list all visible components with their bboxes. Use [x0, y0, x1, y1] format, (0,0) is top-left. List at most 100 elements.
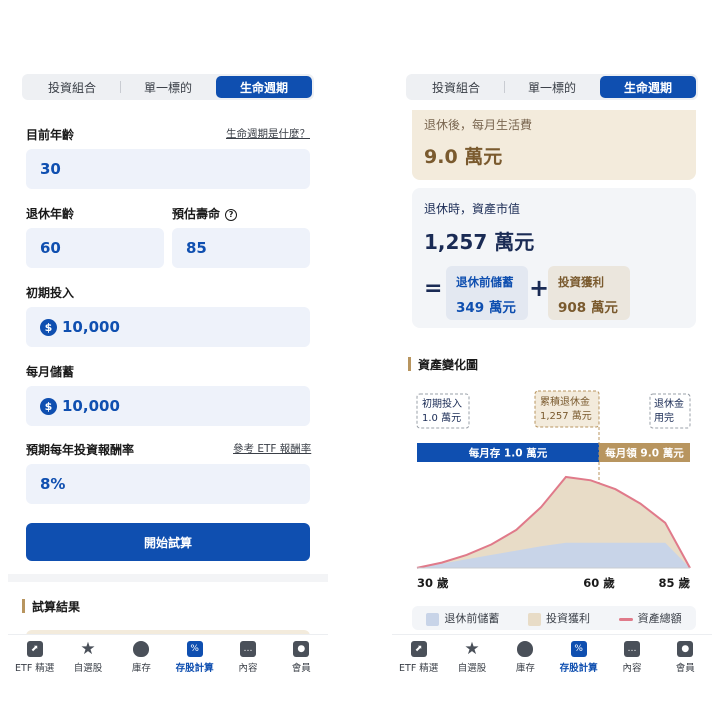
- nav-label: ETF 精選: [399, 663, 439, 674]
- nav-member[interactable]: ● 會員: [275, 635, 328, 680]
- star-icon: ★: [464, 639, 480, 659]
- nav-content[interactable]: … 內容: [221, 635, 274, 680]
- nav-label: 會員: [291, 663, 311, 674]
- living-cost-label: 退休後，每月生活費: [424, 118, 533, 132]
- return-rate-label: 預期每年投資報酬率: [26, 443, 135, 457]
- plus-sign: +: [529, 274, 550, 302]
- monthly-living-cost-card: 退休後，每月生活費 9.0 萬元: [412, 110, 696, 180]
- nav-label: ETF 精選: [15, 663, 55, 674]
- asset-change-chart: 初期投入 1.0 萬元 累積退休金 1,257 萬元 退休金 用完 每月存 1.…: [416, 390, 691, 590]
- mode-tabs: 投資組合 單一標的 生命週期: [406, 74, 698, 100]
- result-section-title: 試算結果: [22, 598, 80, 615]
- nav-holdings[interactable]: 庫存: [499, 635, 552, 680]
- retire-age-field[interactable]: 60: [26, 228, 164, 268]
- dollar-coin-icon: $: [40, 397, 57, 415]
- legend-label-gain: 投資獲利: [545, 612, 590, 625]
- annotation-accum-line1: 累積退休金: [540, 395, 590, 408]
- piggy-bank-icon: [133, 641, 150, 657]
- nav-label: 存股計算: [559, 663, 598, 674]
- chart-icon: ⬈: [26, 641, 43, 657]
- savings-pill: 退休前儲蓄 349 萬元: [446, 266, 528, 320]
- legend-swatch-gain: [527, 612, 541, 626]
- series-savings-area: [417, 542, 690, 568]
- nav-watchlist[interactable]: ★ 自選股: [61, 635, 114, 680]
- gain-label: 投資獲利: [558, 275, 604, 289]
- legend-item-savings: 退休前儲蓄: [426, 610, 499, 626]
- nav-member[interactable]: ● 會員: [659, 635, 712, 680]
- tab-single-asset[interactable]: 單一標的: [120, 76, 216, 98]
- retire-age-label: 退休年齡: [26, 207, 75, 221]
- nav-label: 自選股: [457, 663, 487, 674]
- life-expectancy-label-row: 預估壽命?: [172, 205, 238, 222]
- tab-portfolio[interactable]: 投資組合: [24, 76, 120, 98]
- nav-label: 自選股: [73, 663, 103, 674]
- calculator-form-screen: 投資組合 單一標的 生命週期 目前年齡 生命週期是什麼？ 30 退休年齡 預估壽…: [8, 60, 328, 680]
- nav-dividend-calculator[interactable]: % 存股計算: [168, 635, 221, 680]
- chat-bubble-icon: …: [623, 641, 640, 657]
- user-icon: ●: [293, 641, 310, 657]
- help-circle-icon[interactable]: ?: [225, 208, 238, 221]
- x-tick-85: 85 歲: [658, 576, 690, 590]
- percent-calculator-icon: %: [186, 641, 203, 657]
- gain-pill: 投資獲利 908 萬元: [548, 266, 630, 320]
- bottom-nav: ⬈ ETF 精選 ★ 自選股 庫存 % 存股計算 … 內容 ● 會員: [8, 634, 328, 680]
- asset-value: 1,257 萬元: [424, 230, 535, 254]
- x-tick-60: 60 歲: [583, 576, 615, 590]
- nav-label: 庫存: [515, 663, 535, 674]
- chart-legend: 退休前儲蓄 投資獲利 資產總額: [412, 606, 696, 630]
- legend-line-total: [618, 617, 633, 621]
- current-age-field[interactable]: 30: [26, 149, 310, 189]
- initial-invest-field[interactable]: $ 10,000: [26, 307, 310, 347]
- star-icon: ★: [80, 639, 96, 659]
- life-expectancy-label: 預估壽命: [172, 207, 221, 221]
- chart-icon: ⬈: [410, 641, 427, 657]
- nav-etf-picks[interactable]: ⬈ ETF 精選: [8, 635, 61, 680]
- legend-label-savings: 退休前儲蓄: [444, 612, 500, 625]
- nav-watchlist[interactable]: ★ 自選股: [445, 635, 498, 680]
- x-tick-30: 30 歲: [417, 576, 449, 590]
- annotation-depleted-line1: 退休金: [654, 397, 684, 410]
- life-expectancy-field[interactable]: 85: [172, 228, 310, 268]
- monthly-saving-field[interactable]: $ 10,000: [26, 386, 310, 426]
- savings-value: 349 萬元: [456, 300, 516, 316]
- nav-label: 內容: [622, 663, 642, 674]
- monthly-saving-value: 10,000: [62, 397, 120, 415]
- nav-label: 內容: [238, 663, 258, 674]
- nav-holdings[interactable]: 庫存: [115, 635, 168, 680]
- dollar-coin-icon: $: [40, 318, 57, 336]
- initial-invest-value: 10,000: [62, 318, 120, 336]
- nav-content[interactable]: … 內容: [605, 635, 658, 680]
- chat-bubble-icon: …: [239, 641, 256, 657]
- tab-single-asset[interactable]: 單一標的: [504, 76, 600, 98]
- piggy-bank-icon: [517, 641, 534, 657]
- phase-draw-label: 每月領 9.0 萬元: [605, 447, 684, 460]
- nav-label: 庫存: [131, 663, 151, 674]
- phase-save-label: 每月存 1.0 萬元: [469, 447, 548, 460]
- monthly-saving-label: 每月儲蓄: [26, 365, 75, 379]
- etf-reference-link[interactable]: 參考 ETF 報酬率: [233, 441, 311, 456]
- bottom-nav: ⬈ ETF 精選 ★ 自選股 庫存 % 存股計算 … 內容 ● 會員: [392, 634, 712, 680]
- living-cost-value: 9.0 萬元: [424, 146, 503, 168]
- section-divider: [8, 574, 328, 582]
- tab-portfolio[interactable]: 投資組合: [408, 76, 504, 98]
- gain-value: 908 萬元: [558, 300, 618, 316]
- mode-tabs: 投資組合 單一標的 生命週期: [22, 74, 314, 100]
- nav-etf-picks[interactable]: ⬈ ETF 精選: [392, 635, 445, 680]
- legend-item-total: 資產總額: [618, 610, 682, 626]
- nav-dividend-calculator[interactable]: % 存股計算: [552, 635, 605, 680]
- start-calculation-button[interactable]: 開始試算: [26, 523, 310, 561]
- annotation-accum-line2: 1,257 萬元: [540, 409, 592, 422]
- current-age-label: 目前年齡: [26, 128, 75, 142]
- annotation-depleted-line2: 用完: [654, 411, 674, 424]
- savings-label: 退休前儲蓄: [456, 275, 514, 289]
- legend-swatch-savings: [426, 612, 440, 626]
- return-rate-field[interactable]: 8%: [26, 464, 310, 504]
- retirement-asset-card: 退休時，資產市值 1,257 萬元 = 退休前儲蓄 349 萬元 + 投資獲利 …: [412, 188, 696, 328]
- tab-lifecycle[interactable]: 生命週期: [216, 76, 312, 98]
- nav-label: 存股計算: [175, 663, 214, 674]
- annotation-initial-line2: 1.0 萬元: [422, 411, 461, 424]
- lifecycle-help-link[interactable]: 生命週期是什麼？: [226, 126, 310, 141]
- tab-lifecycle[interactable]: 生命週期: [600, 76, 696, 98]
- calculator-result-screen: 投資組合 單一標的 生命週期 退休後，每月生活費 9.0 萬元 退休時，資產市值…: [392, 60, 712, 680]
- legend-item-gain: 投資獲利: [527, 610, 590, 626]
